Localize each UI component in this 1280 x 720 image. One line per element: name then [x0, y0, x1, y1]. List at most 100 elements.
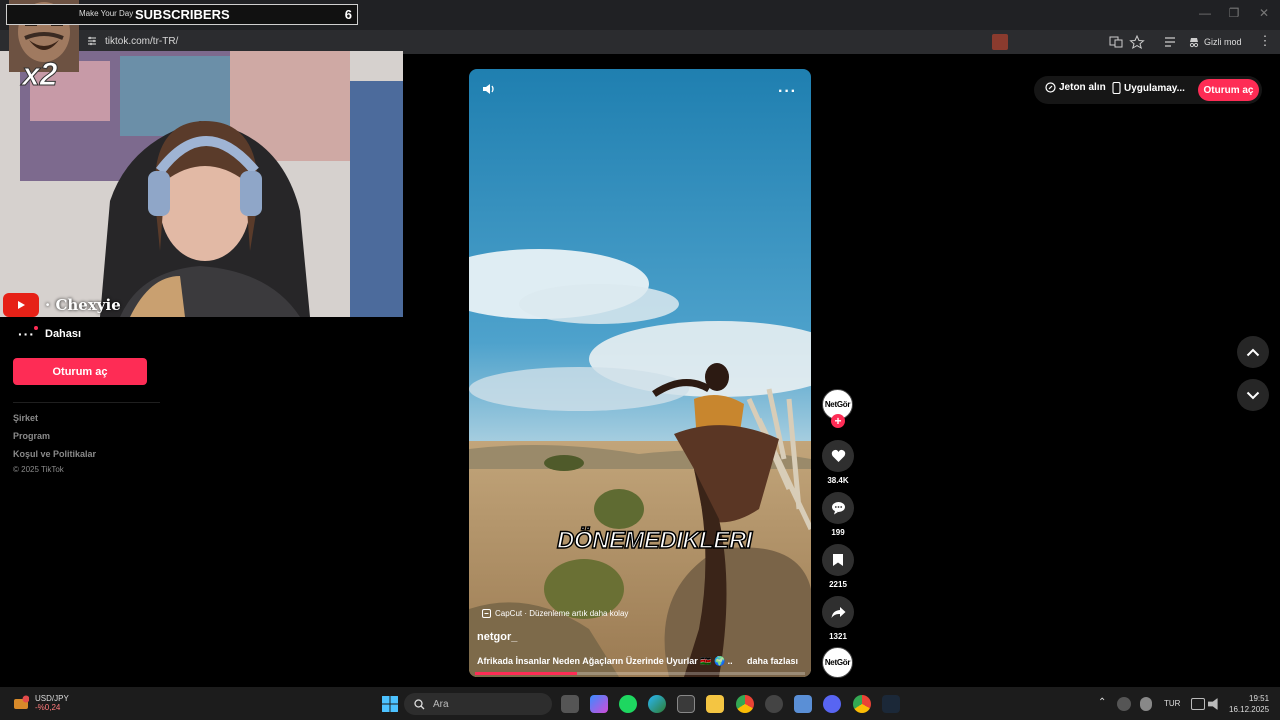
start-menu-icon[interactable] — [381, 695, 399, 713]
streamer-name-tag: · Chexyie — [3, 293, 121, 317]
incognito-icon — [1189, 38, 1199, 48]
task-view-icon[interactable] — [561, 695, 579, 713]
extension-thumbnail-icon[interactable] — [992, 34, 1008, 50]
volume-tray-icon[interactable] — [1208, 698, 1218, 710]
translate-icon[interactable] — [1108, 34, 1124, 50]
video-options-icon[interactable]: ··· — [778, 83, 797, 101]
chrome-incognito-icon[interactable] — [853, 695, 871, 713]
share-icon — [831, 606, 845, 618]
save-button[interactable] — [822, 544, 854, 576]
ticker-change: -%0,24 — [35, 703, 61, 712]
like-button[interactable] — [822, 440, 854, 472]
stock-chart-icon — [14, 695, 29, 709]
network-icon[interactable] — [1191, 698, 1205, 710]
share-count: 1321 — [829, 632, 847, 641]
subscribers-count: 6 — [344, 7, 352, 22]
windows-taskbar: USD/JPY -%0,24 Ara ⌃ TUR 19:51 16.12.202… — [0, 687, 1280, 720]
follow-plus-icon[interactable]: + — [831, 414, 845, 428]
footer-link-program[interactable]: Program — [13, 431, 50, 441]
steam-icon[interactable] — [882, 695, 900, 713]
webcam-image — [0, 51, 403, 317]
stock-widget[interactable]: USD/JPY -%0,24 — [13, 694, 69, 712]
microphone-icon[interactable] — [1140, 697, 1152, 711]
like-count: 38.4K — [827, 476, 849, 485]
settings-icon[interactable] — [794, 695, 812, 713]
youtube-icon — [3, 293, 39, 317]
copilot-icon[interactable] — [590, 695, 608, 713]
comment-button[interactable] — [822, 492, 854, 524]
footer-link-terms[interactable]: Koşul ve Politikalar — [13, 449, 96, 459]
next-video-button[interactable] — [1237, 379, 1269, 411]
capcut-label: CapCut · Düzenleme artık daha kolay — [495, 609, 629, 618]
minimize-icon[interactable]: — — [1190, 6, 1220, 20]
taskbar-search[interactable]: Ara — [404, 693, 552, 715]
streamer-name: · Chexyie — [45, 296, 121, 314]
heart-icon — [831, 449, 845, 462]
multiplier-label: x2 — [22, 56, 59, 93]
previous-video-button[interactable] — [1237, 336, 1269, 368]
video-player[interactable]: ··· DÖNEMEDIKLERI CapCut · Düzenleme art… — [469, 69, 811, 677]
comment-icon — [831, 502, 845, 515]
file-explorer-icon[interactable] — [706, 695, 724, 713]
incognito-indicator[interactable]: Gizli mod — [1188, 34, 1242, 50]
description-more-link[interactable]: daha fazlası — [747, 656, 798, 666]
clock-date[interactable]: 16.12.2025 — [1229, 705, 1269, 714]
site-info-icon[interactable] — [86, 35, 98, 47]
store-icon[interactable] — [677, 695, 695, 713]
coin-icon — [1045, 82, 1056, 93]
get-app-button[interactable]: Uygulamay... — [1112, 82, 1185, 94]
maximize-icon[interactable]: ❐ — [1219, 6, 1249, 20]
chrome-icon[interactable] — [736, 695, 754, 713]
video-author[interactable]: netgor_ — [477, 631, 517, 643]
video-caption-text: DÖNEMEDIKLERI — [556, 526, 753, 555]
keyboard-language[interactable]: TUR — [1164, 699, 1180, 708]
app-icon[interactable] — [765, 695, 783, 713]
discord-icon[interactable] — [823, 695, 841, 713]
header-login-button[interactable]: Oturum aç — [1198, 79, 1259, 101]
edge-icon[interactable] — [648, 695, 666, 713]
browser-menu-icon[interactable]: ⋮ — [1250, 33, 1280, 49]
clock-time[interactable]: 19:51 — [1249, 694, 1269, 703]
url-text[interactable]: tiktok.com/tr-TR/ — [105, 36, 178, 47]
get-app-label: Uygulamay... — [1124, 82, 1185, 94]
reading-list-icon[interactable] — [1162, 34, 1178, 50]
music-disc[interactable]: NetGör — [822, 647, 853, 678]
get-coins-button[interactable]: Jeton alın — [1045, 82, 1106, 93]
subscribers-label: SUBSCRIBERS — [135, 7, 230, 22]
taskbar-search-placeholder: Ara — [433, 698, 449, 710]
more-dots-icon: ··· — [18, 326, 38, 342]
chevron-up-icon — [1246, 348, 1260, 356]
sidebar-login-button[interactable]: Oturum aç — [13, 358, 147, 385]
more-label: Dahası — [45, 328, 82, 340]
get-coins-label: Jeton alın — [1059, 82, 1106, 93]
incognito-label: Gizli mod — [1204, 37, 1242, 47]
tray-sync-icon[interactable] — [1117, 697, 1131, 711]
subscriber-tagline: Make Your Day — [79, 9, 134, 18]
streamer-webcam — [0, 51, 403, 317]
save-count: 2215 — [829, 580, 847, 589]
video-description: Afrikada İnsanlar Neden Ağaçların Üzerin… — [477, 656, 732, 666]
sidebar-divider — [13, 402, 160, 403]
volume-icon[interactable] — [482, 82, 496, 96]
capcut-badge[interactable]: CapCut · Düzenleme artık daha kolay — [482, 609, 628, 618]
bookmark-star-icon[interactable] — [1129, 34, 1145, 50]
sidebar-item-more[interactable]: ··· Dahası — [18, 326, 81, 342]
header-actions: Jeton alın Uygulamay... Oturum aç — [1034, 76, 1262, 104]
close-icon[interactable]: ✕ — [1249, 6, 1279, 20]
chevron-down-icon — [1246, 391, 1260, 399]
search-icon — [414, 698, 425, 709]
phone-icon — [1112, 82, 1121, 94]
ticker-name: USD/JPY — [35, 694, 69, 703]
video-progress-bar[interactable] — [475, 672, 805, 675]
comment-count: 199 — [831, 528, 845, 537]
tray-chevron-icon[interactable]: ⌃ — [1098, 697, 1106, 708]
video-progress-fill — [475, 672, 578, 675]
spotify-icon[interactable] — [619, 695, 637, 713]
bookmark-icon — [833, 554, 843, 566]
share-button[interactable] — [822, 596, 854, 628]
footer-link-company[interactable]: Şirket — [13, 413, 38, 423]
copyright-text: © 2025 TikTok — [13, 465, 64, 474]
capcut-icon — [482, 609, 491, 618]
video-frame — [469, 69, 811, 677]
subscriber-counter: Make Your Day SUBSCRIBERS 6 — [6, 4, 358, 25]
